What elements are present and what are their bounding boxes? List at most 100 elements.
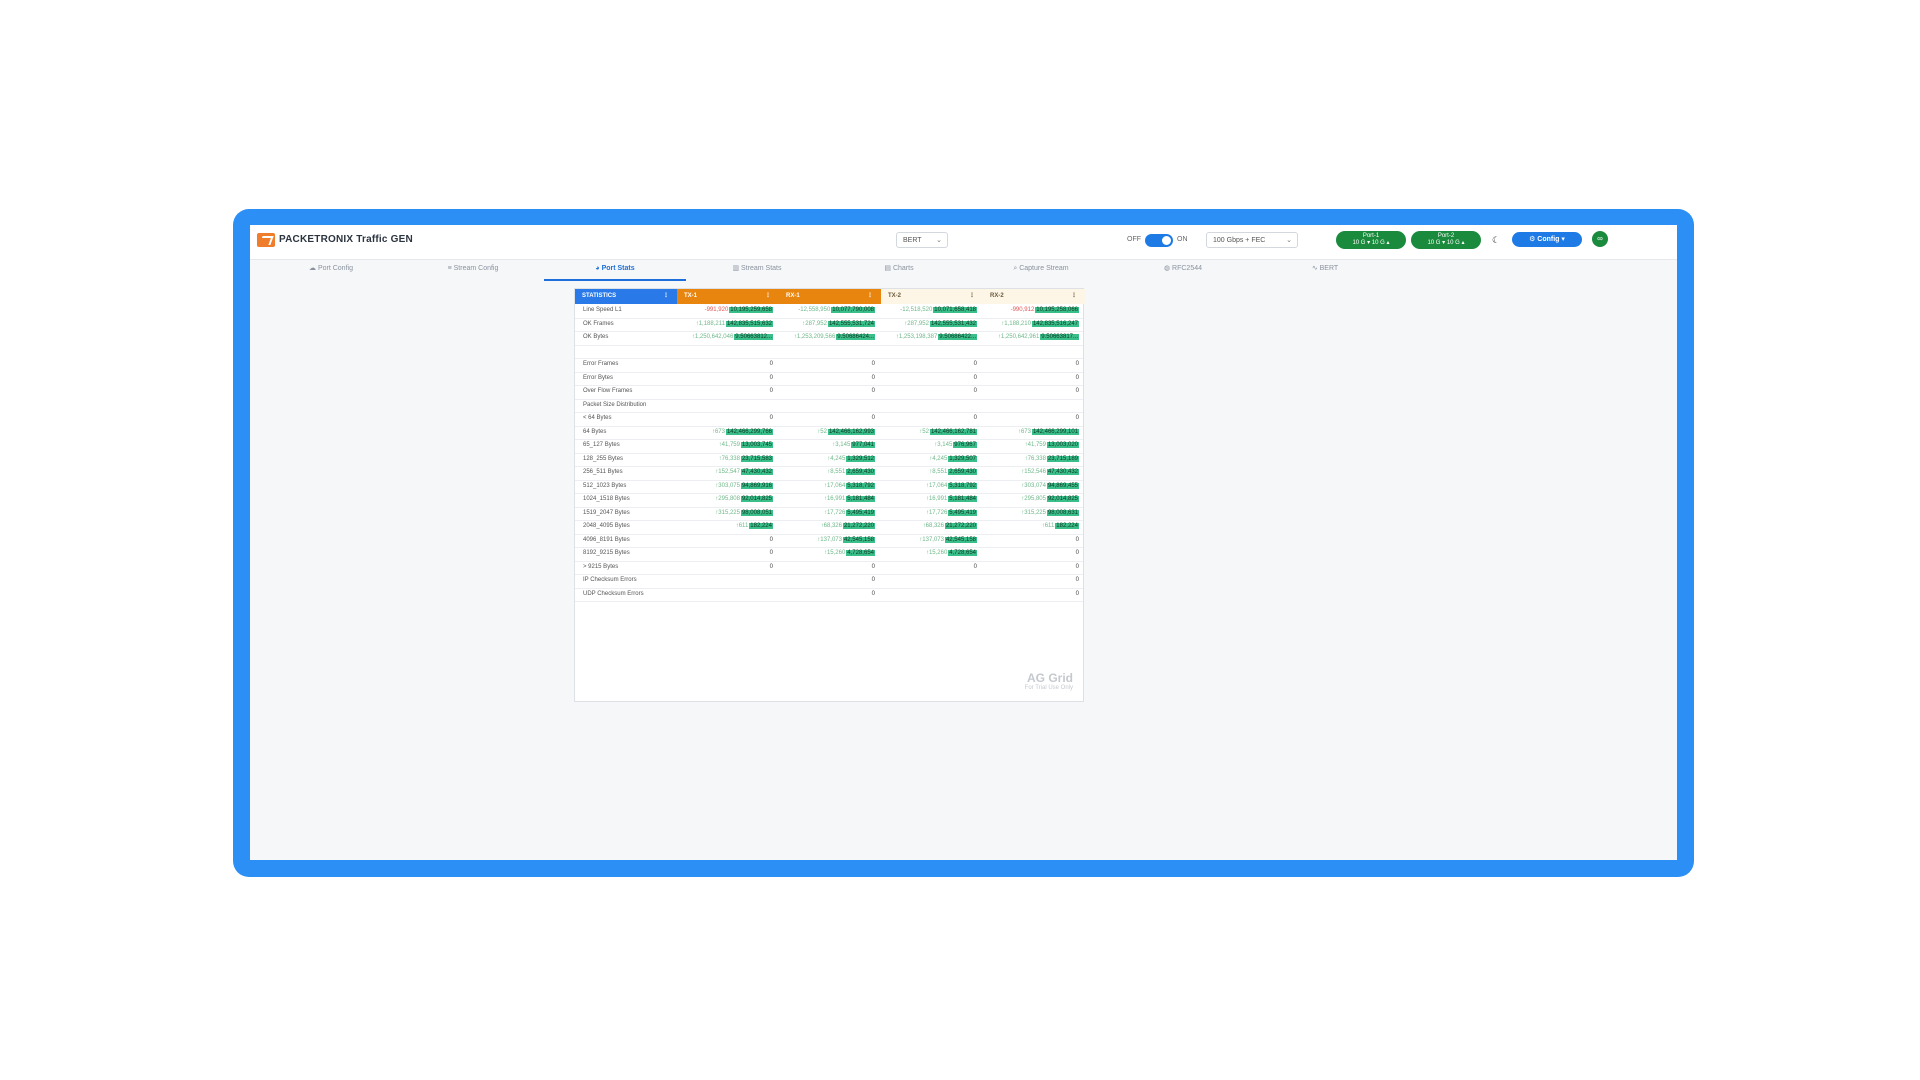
stat-cell: 0 [677,385,773,398]
delta-value: ↑1,250,642,046 [691,334,734,340]
cell-value: 0 [973,388,977,394]
column-header-label: RX-1 [786,293,800,299]
table-row: Over Flow Frames 0 0 0 0 [575,385,1083,400]
tab-charts[interactable]: ▤ Charts [828,259,970,279]
column-header-statistics[interactable]: STATISTICS ⋮ [575,289,677,304]
stat-cell: 0 [677,372,773,385]
stat-cell: 0 [677,412,773,425]
column-header-tx-1[interactable]: TX-1 ⋮ [677,289,779,304]
stat-cell: 0 [983,561,1079,574]
column-menu-icon[interactable]: ⋮ [867,289,873,304]
mode-select[interactable]: BERT ⌄ [896,232,948,248]
cell-value: 9.50686422... [938,334,977,340]
column-menu-icon[interactable]: ⋮ [969,289,975,304]
tab-stream-config[interactable]: ≡ Stream Config [402,259,544,279]
stat-cell: ↑52 142,466,162,781 [881,426,977,439]
stat-cell [881,588,977,601]
delta-value: ↑68,326 [922,523,944,529]
delta-value: ↑17,064 [925,482,948,489]
cell-value: 98,008,631 [1046,509,1079,516]
cell-value: 5,181,484 [948,496,977,502]
row-label: > 9215 Bytes [583,563,619,570]
cell-value: 98,008,051 [740,509,773,516]
delta-value: ↑16,991 [823,496,846,502]
speed-select[interactable]: 100 Gbps + FEC ⌄ [1206,232,1298,248]
delta-value: ↑16,991 [925,496,948,502]
stat-cell: ↑17,726 5,495,419 [779,507,875,520]
delta-value: ↑1,188,210 [1001,320,1031,327]
delta-value: ↑137,073 [817,536,842,543]
stat-cell: ↑611 182,224 [677,520,773,533]
delta-value: ↑17,726 [925,509,948,516]
cell-value: 0 [1075,536,1079,543]
link-icon[interactable]: ∞ [1592,231,1608,247]
table-row: 64 Bytes ↑673 142,466,299,766 ↑52 142,466,16… [575,426,1083,440]
chevron-down-icon: ⌄ [1286,237,1292,244]
delta-value: ↑673 [711,428,725,435]
cell-value: 0 [769,536,773,543]
tab-bert[interactable]: ∿ BERT [1254,259,1396,279]
tab-rfc2544[interactable]: ◍ RFC2544 [1112,259,1254,279]
stat-cell: 0 [779,574,875,587]
stat-cell: ↑287,952 142,555,531,432 [881,318,977,331]
port-stats-grid: STATISTICS ⋮ TX-1 ⋮ RX-1 ⋮ TX-2 ⋮ RX-2 ⋮ Line Spe… [574,288,1085,702]
stat-cell: ↑76,338 23,715,189 [983,453,1079,466]
stat-cell [881,345,977,358]
stat-cell: 0 [677,547,773,560]
table-row: 8192_9215 Bytes 0 ↑15,260 4,728,654 ↑15,260 4… [575,547,1083,562]
tab-capture-stream[interactable]: ⌕ Capture Stream [970,259,1112,279]
cell-value: 0 [1075,590,1079,597]
cell-value: 977,041 [851,442,875,448]
stat-cell: -12,558,950 10,077,790,008 [779,304,875,317]
delta-value: ↑8,551 [929,469,948,475]
column-menu-icon[interactable]: ⋮ [663,289,669,304]
network-icon: ☁ [309,265,318,272]
stat-cell: ↑315,225 98,008,051 [677,507,773,520]
toggle-off-label: OFF [1127,236,1141,243]
port-1-badge[interactable]: Port-1 10 G ▾ 10 G ▴ [1336,231,1406,249]
stat-cell: ↑295,808 92,014,825 [677,493,773,506]
watermark-title: AG Grid [1026,671,1073,685]
tab-label: Stream Config [453,265,499,272]
column-header-label: RX-2 [990,293,1004,299]
cell-value: 4,728,654 [846,550,875,556]
dark-mode-icon[interactable]: ☾ [1492,235,1500,246]
tab-stream-stats[interactable]: ▥ Stream Stats [686,259,828,279]
delta-value: ↑1,253,209,566 [793,334,836,340]
cell-value: 0 [769,415,773,421]
power-toggle[interactable] [1145,234,1173,247]
chart-icon: ▤ [884,265,893,272]
row-label: UDP Checksum Errors [583,590,644,597]
watermark-subtitle: For Trial Use Only [1024,685,1073,691]
tab-label: Port Stats [601,265,635,272]
delta-value: ↑52 [919,428,929,435]
tab-port-config[interactable]: ☁ Port Config [260,259,402,279]
delta-value: ↑1,250,642,961 [997,334,1040,340]
config-button[interactable]: ⚙ Config ▾ [1512,232,1582,247]
column-menu-icon[interactable]: ⋮ [765,289,771,304]
column-header-rx-1[interactable]: RX-1 ⋮ [779,289,881,304]
stat-cell [983,399,1079,412]
delta-value: ↑137,073 [919,536,944,543]
stat-cell: ↑16,991 5,181,484 [779,493,875,506]
stat-cell: 0 [881,372,977,385]
delta-value: -12,558,950 [798,307,831,313]
stat-cell [677,588,773,601]
port-2-badge[interactable]: Port-2 10 G ▾ 10 G ▴ [1411,231,1481,249]
column-menu-icon[interactable]: ⋮ [1071,289,1077,304]
stat-cell: 0 [983,547,1079,560]
stat-cell: ↑1,253,198,387 9.50686422... [881,331,977,344]
cell-value: 0 [769,388,773,394]
table-row: > 9215 Bytes 0 0 0 0 [575,561,1083,575]
delta-value: ↑287,952 [802,320,827,327]
tab-label: Stream Stats [741,265,782,272]
tab-label: Charts [892,265,914,272]
delta-value: ↑611 [735,523,749,529]
column-header-rx-2[interactable]: RX-2 ⋮ [983,289,1085,304]
tab-label: Port Config [317,265,353,272]
column-header-tx-2[interactable]: TX-2 ⋮ [881,289,983,304]
cell-value: 1,329,512 [846,455,875,462]
tab-port-stats[interactable]: ◕ Port Stats [544,259,686,281]
cell-value: 2,659,430 [948,469,977,475]
toggle-on-label: ON [1177,236,1188,243]
